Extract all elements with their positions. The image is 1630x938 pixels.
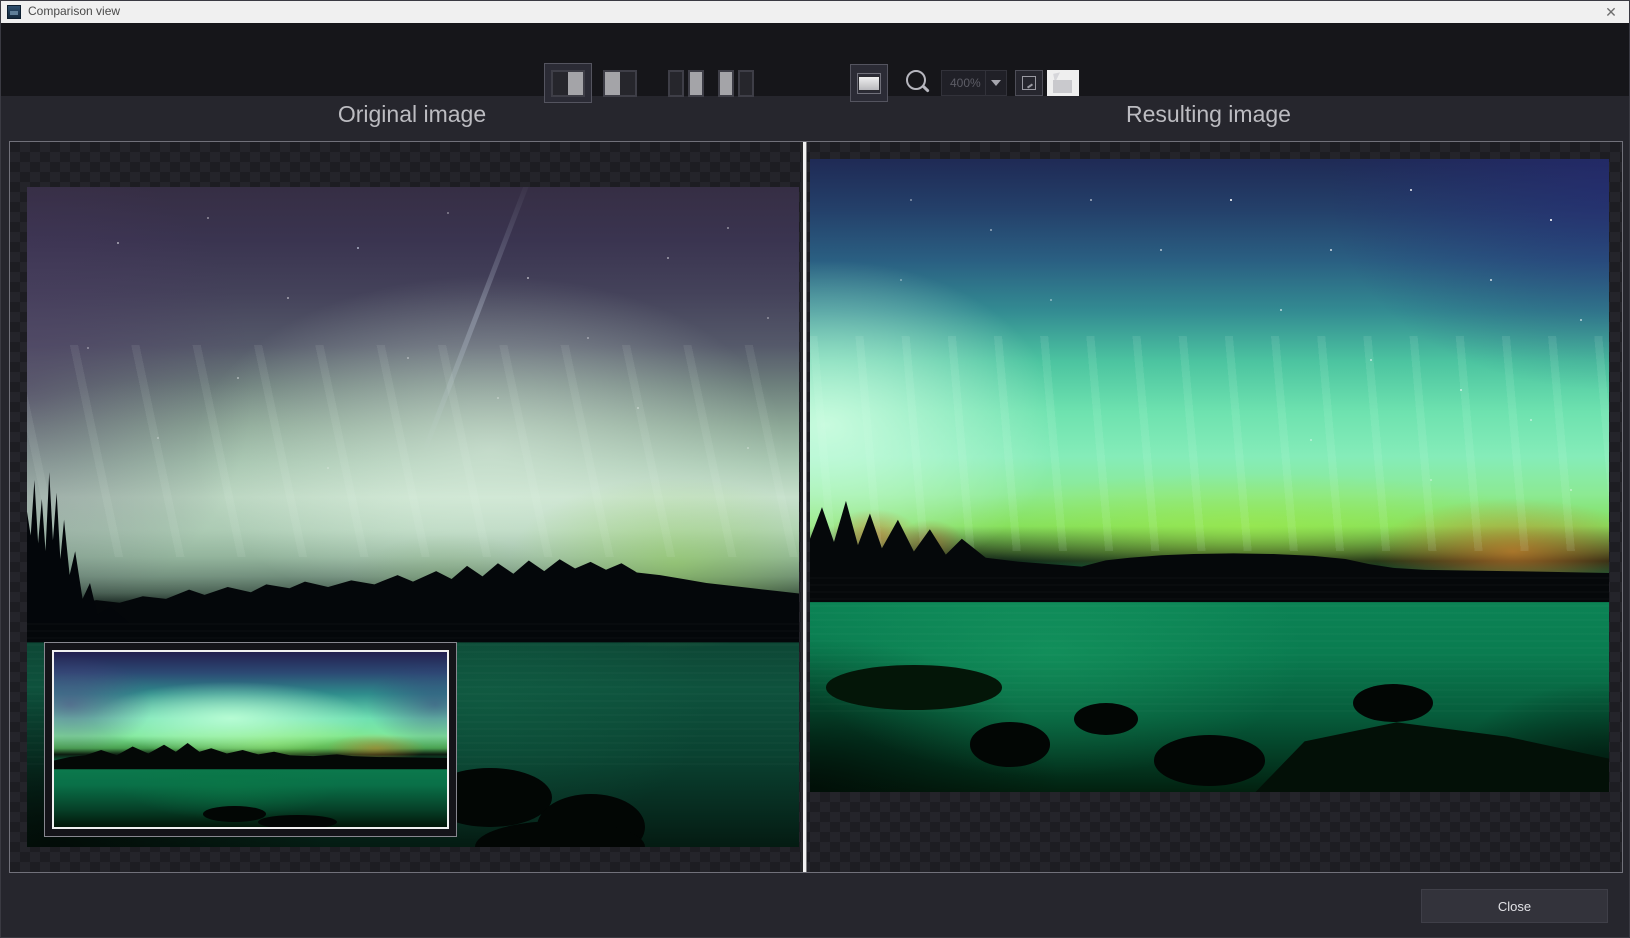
magnifier-icon[interactable] xyxy=(904,69,932,97)
fit-to-view-button[interactable] xyxy=(1047,70,1079,96)
rock-silhouette xyxy=(1154,735,1266,786)
chevron-down-icon[interactable] xyxy=(985,71,1006,95)
view-mode-side-by-side-original-left-button[interactable] xyxy=(662,63,710,103)
fit-to-view-icon xyxy=(1054,73,1072,93)
navigator-frame xyxy=(52,650,449,829)
two-rects-dark-light-icon xyxy=(668,70,704,97)
original-image-label: Original image xyxy=(26,101,798,128)
stars xyxy=(27,187,29,189)
titlebar[interactable]: Comparison view ✕ xyxy=(1,1,1629,23)
rock-silhouette xyxy=(258,815,337,829)
rock-silhouette xyxy=(970,722,1050,766)
stars xyxy=(810,159,812,161)
rock-silhouette xyxy=(1249,703,1609,792)
navigator-thumbnail[interactable] xyxy=(44,642,457,837)
rock-silhouette xyxy=(1074,703,1138,735)
titlebar-close-icon[interactable]: ✕ xyxy=(1601,2,1621,22)
toolbar: 400% xyxy=(1,23,1629,96)
two-rects-light-dark-icon xyxy=(718,70,754,97)
app-icon xyxy=(7,5,21,19)
split-rect-light-dark-icon xyxy=(603,70,637,97)
split-rect-dark-light-icon xyxy=(551,70,585,97)
zoom-level-value: 400% xyxy=(942,76,985,90)
aurora-rays xyxy=(27,345,799,556)
window-title: Comparison view xyxy=(28,4,120,18)
rock-silhouette xyxy=(1353,684,1433,722)
rock-silhouette xyxy=(203,806,266,822)
resulting-image-label: Resulting image xyxy=(809,101,1608,128)
zoom-level-select[interactable]: 400% xyxy=(941,70,1007,96)
split-divider-handle[interactable] xyxy=(801,142,807,872)
close-button[interactable]: Close xyxy=(1421,889,1608,923)
preview-rectangle-icon xyxy=(857,73,881,94)
rock-silhouette xyxy=(826,665,1002,709)
view-mode-split-original-left-button[interactable] xyxy=(544,63,592,103)
view-mode-side-by-side-original-right-button[interactable] xyxy=(712,63,760,103)
aurora-rays xyxy=(810,336,1609,551)
comparison-view-dialog: Comparison view ✕ 400% Ori xyxy=(0,0,1630,938)
navigator-toggle-button[interactable] xyxy=(850,64,888,102)
view-mode-split-original-right-button[interactable] xyxy=(596,63,644,103)
one-to-one-zoom-icon xyxy=(1022,76,1036,90)
navigator-image xyxy=(54,652,447,827)
resulting-image-pane[interactable] xyxy=(810,159,1609,792)
comparison-preview-area[interactable] xyxy=(9,141,1623,873)
actual-size-button[interactable] xyxy=(1015,70,1043,96)
